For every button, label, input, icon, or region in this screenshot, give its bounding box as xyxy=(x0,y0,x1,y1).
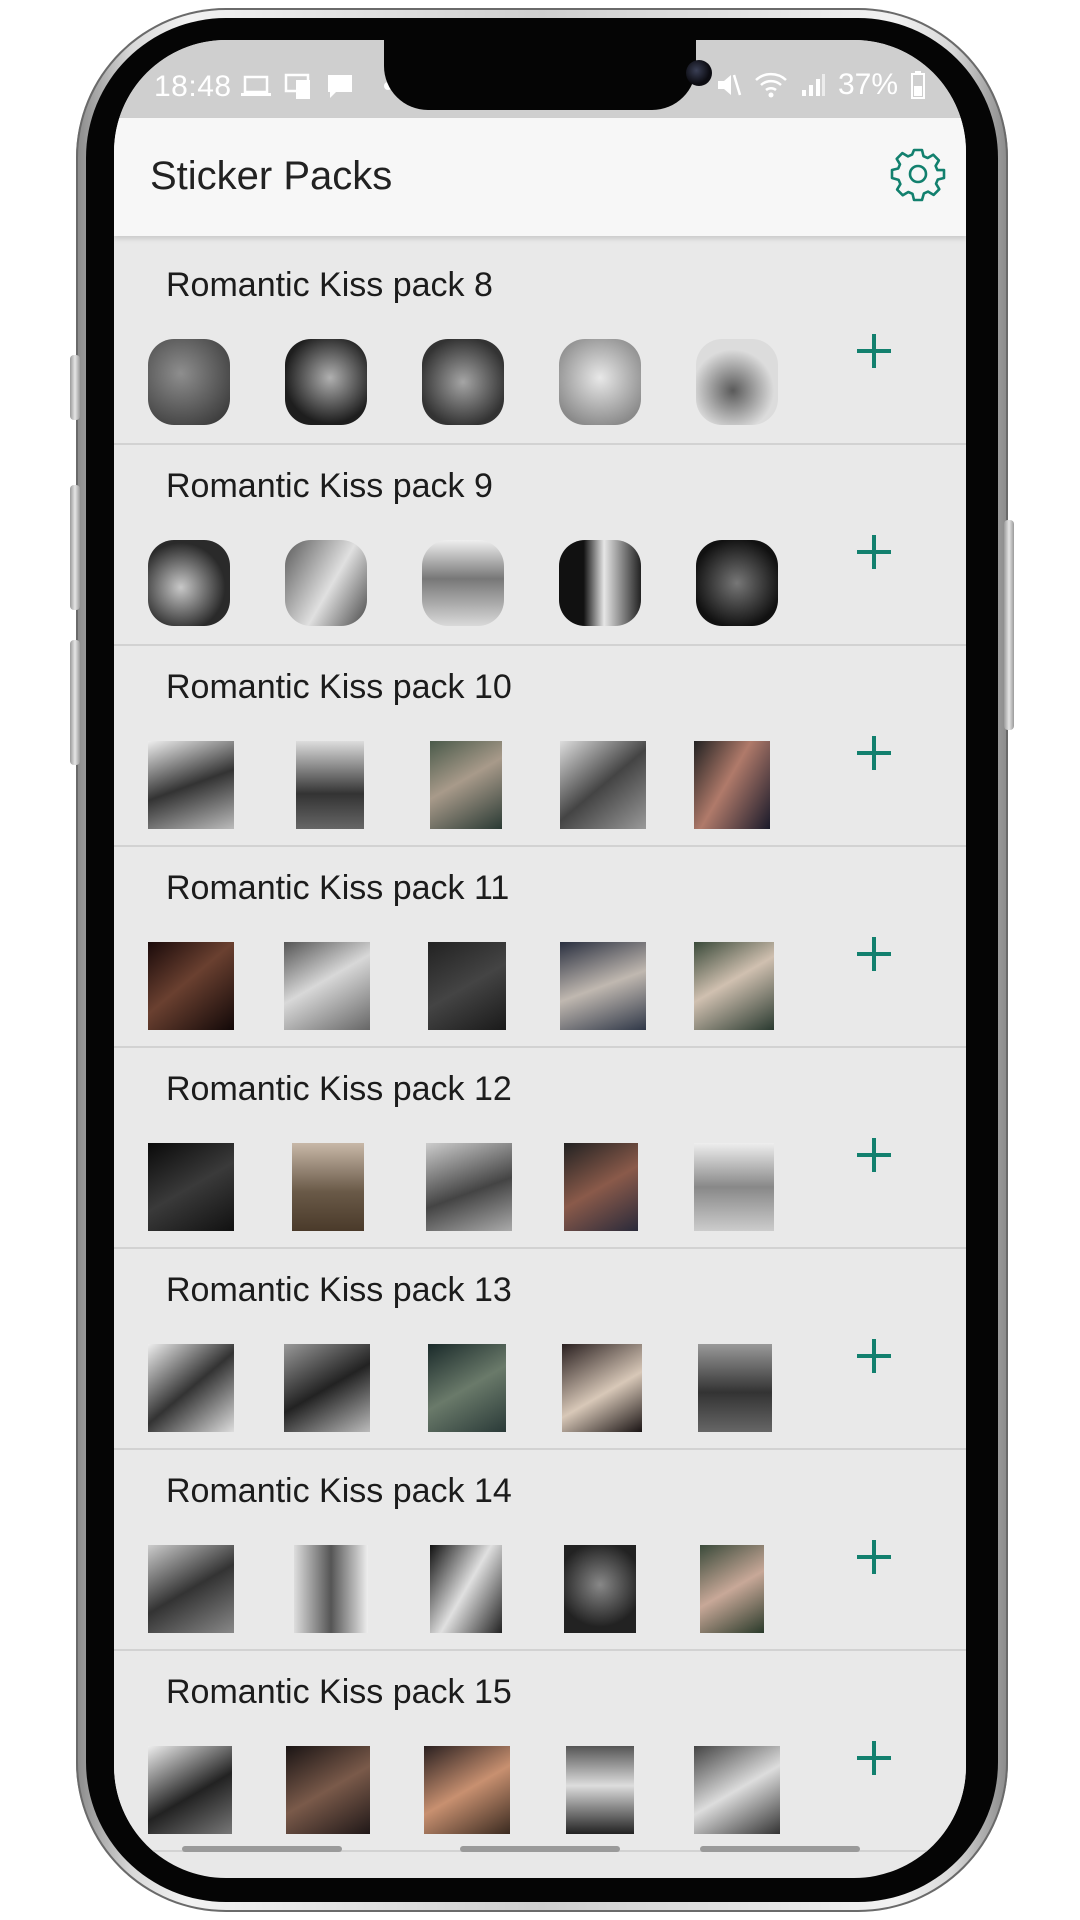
sticker-thumbnail xyxy=(426,1143,512,1231)
laptop-icon xyxy=(241,75,271,96)
sticker-thumbnail xyxy=(148,540,230,626)
pack-title: Romantic Kiss pack 8 xyxy=(166,266,493,304)
sticker-thumbnail xyxy=(562,1344,642,1432)
add-pack-button[interactable] xyxy=(854,332,894,372)
add-pack-button[interactable] xyxy=(854,1136,894,1176)
sticker-thumbnail xyxy=(148,339,230,425)
sticker-thumbnail xyxy=(559,540,641,626)
app-bar: Sticker Packs xyxy=(114,118,966,236)
nav-bar-segment xyxy=(182,1846,342,1852)
sticker-pack-row[interactable]: Romantic Kiss pack 15 xyxy=(114,1651,966,1852)
pack-title: Romantic Kiss pack 13 xyxy=(166,1271,512,1309)
sticker-thumbnail xyxy=(700,1545,764,1633)
sticker-thumbnail xyxy=(148,1746,232,1834)
wifi-icon xyxy=(755,72,787,98)
add-pack-button[interactable] xyxy=(854,533,894,573)
sticker-preview-strip xyxy=(148,1143,848,1233)
pack-title: Romantic Kiss pack 11 xyxy=(166,869,510,907)
sticker-thumbnail xyxy=(564,1545,636,1633)
sticker-preview-strip xyxy=(148,942,848,1032)
sticker-thumbnail xyxy=(559,339,641,425)
sticker-thumbnail xyxy=(564,1143,638,1231)
sticker-thumbnail xyxy=(285,540,367,626)
sticker-thumbnail xyxy=(560,741,646,829)
status-time: 18:48 xyxy=(154,70,232,103)
sticker-thumbnail xyxy=(430,741,502,829)
side-button-left-1 xyxy=(70,355,80,420)
sticker-preview-strip xyxy=(148,741,848,831)
sticker-preview-strip xyxy=(148,1746,848,1836)
sticker-thumbnail xyxy=(422,339,504,425)
sticker-preview-strip xyxy=(148,1344,848,1434)
sticker-thumbnail xyxy=(694,741,770,829)
sticker-thumbnail xyxy=(430,1545,502,1633)
sticker-thumbnail xyxy=(296,741,364,829)
sticker-pack-row[interactable]: Romantic Kiss pack 8 xyxy=(114,244,966,445)
sticker-thumbnail xyxy=(566,1746,634,1834)
sticker-thumbnail xyxy=(284,942,370,1030)
pack-title: Romantic Kiss pack 10 xyxy=(166,668,512,706)
sticker-thumbnail xyxy=(694,1143,774,1231)
sticker-thumbnail xyxy=(696,540,778,626)
gear-icon[interactable] xyxy=(890,146,946,202)
sticker-thumbnail xyxy=(285,339,367,425)
add-pack-button[interactable] xyxy=(854,734,894,774)
sticker-thumbnail xyxy=(148,741,234,829)
pack-title: Romantic Kiss pack 12 xyxy=(166,1070,512,1108)
sticker-thumbnail xyxy=(284,1344,370,1432)
sticker-thumbnail xyxy=(286,1746,370,1834)
sticker-thumbnail xyxy=(694,1746,780,1834)
nav-bar-segment xyxy=(460,1846,620,1852)
page-title: Sticker Packs xyxy=(150,154,393,198)
device-transfer-icon xyxy=(284,73,310,99)
sticker-thumbnail xyxy=(148,1143,234,1231)
add-pack-button[interactable] xyxy=(854,1337,894,1377)
sticker-thumbnail xyxy=(148,1344,234,1432)
sticker-thumbnail xyxy=(694,942,774,1030)
message-icon xyxy=(328,75,352,98)
sticker-thumbnail xyxy=(428,1344,506,1432)
battery-icon xyxy=(911,71,925,99)
pack-title: Romantic Kiss pack 14 xyxy=(166,1472,512,1510)
signal-icon xyxy=(801,74,825,96)
screen: 18:48 37% Sticker Packs Romantic Kiss pa… xyxy=(114,40,966,1878)
sticker-thumbnail xyxy=(148,942,234,1030)
battery-percent: 37% xyxy=(837,68,898,101)
sticker-thumbnail xyxy=(422,540,504,626)
notch xyxy=(384,40,712,110)
add-pack-button[interactable] xyxy=(854,1538,894,1578)
sticker-pack-row[interactable]: Romantic Kiss pack 9 xyxy=(114,445,966,646)
sticker-preview-strip xyxy=(148,1545,848,1635)
navigation-bar xyxy=(114,1846,966,1856)
side-button-left-2 xyxy=(70,485,80,610)
sticker-thumbnail xyxy=(428,942,506,1030)
sticker-preview-strip xyxy=(148,339,848,429)
camera-icon xyxy=(686,60,712,86)
pack-title: Romantic Kiss pack 9 xyxy=(166,467,493,505)
sticker-thumbnail xyxy=(696,339,778,425)
status-bar: 18:48 37% xyxy=(114,40,966,118)
add-pack-button[interactable] xyxy=(854,1739,894,1779)
side-button-right xyxy=(1004,520,1014,730)
sticker-pack-row[interactable]: Romantic Kiss pack 10 xyxy=(114,646,966,847)
sticker-thumbnail xyxy=(698,1344,772,1432)
sticker-pack-row[interactable]: Romantic Kiss pack 12 xyxy=(114,1048,966,1249)
sticker-pack-row[interactable]: Romantic Kiss pack 14 xyxy=(114,1450,966,1651)
add-pack-button[interactable] xyxy=(854,935,894,975)
sticker-thumbnail xyxy=(292,1143,364,1231)
sticker-thumbnail xyxy=(148,1545,234,1633)
side-button-left-3 xyxy=(70,640,80,765)
nav-bar-segment xyxy=(700,1846,860,1852)
sticker-thumbnail xyxy=(424,1746,510,1834)
sticker-pack-row[interactable]: Romantic Kiss pack 11 xyxy=(114,847,966,1048)
notification-icons xyxy=(240,72,392,100)
mute-icon xyxy=(717,74,742,96)
sticker-thumbnail xyxy=(294,1545,368,1633)
sticker-pack-list: Romantic Kiss pack 8 Romantic Kiss pack … xyxy=(114,244,966,1852)
pack-title: Romantic Kiss pack 15 xyxy=(166,1673,512,1711)
sticker-thumbnail xyxy=(560,942,646,1030)
system-icons: 37% xyxy=(714,68,926,102)
sticker-pack-row[interactable]: Romantic Kiss pack 13 xyxy=(114,1249,966,1450)
sticker-preview-strip xyxy=(148,540,848,630)
